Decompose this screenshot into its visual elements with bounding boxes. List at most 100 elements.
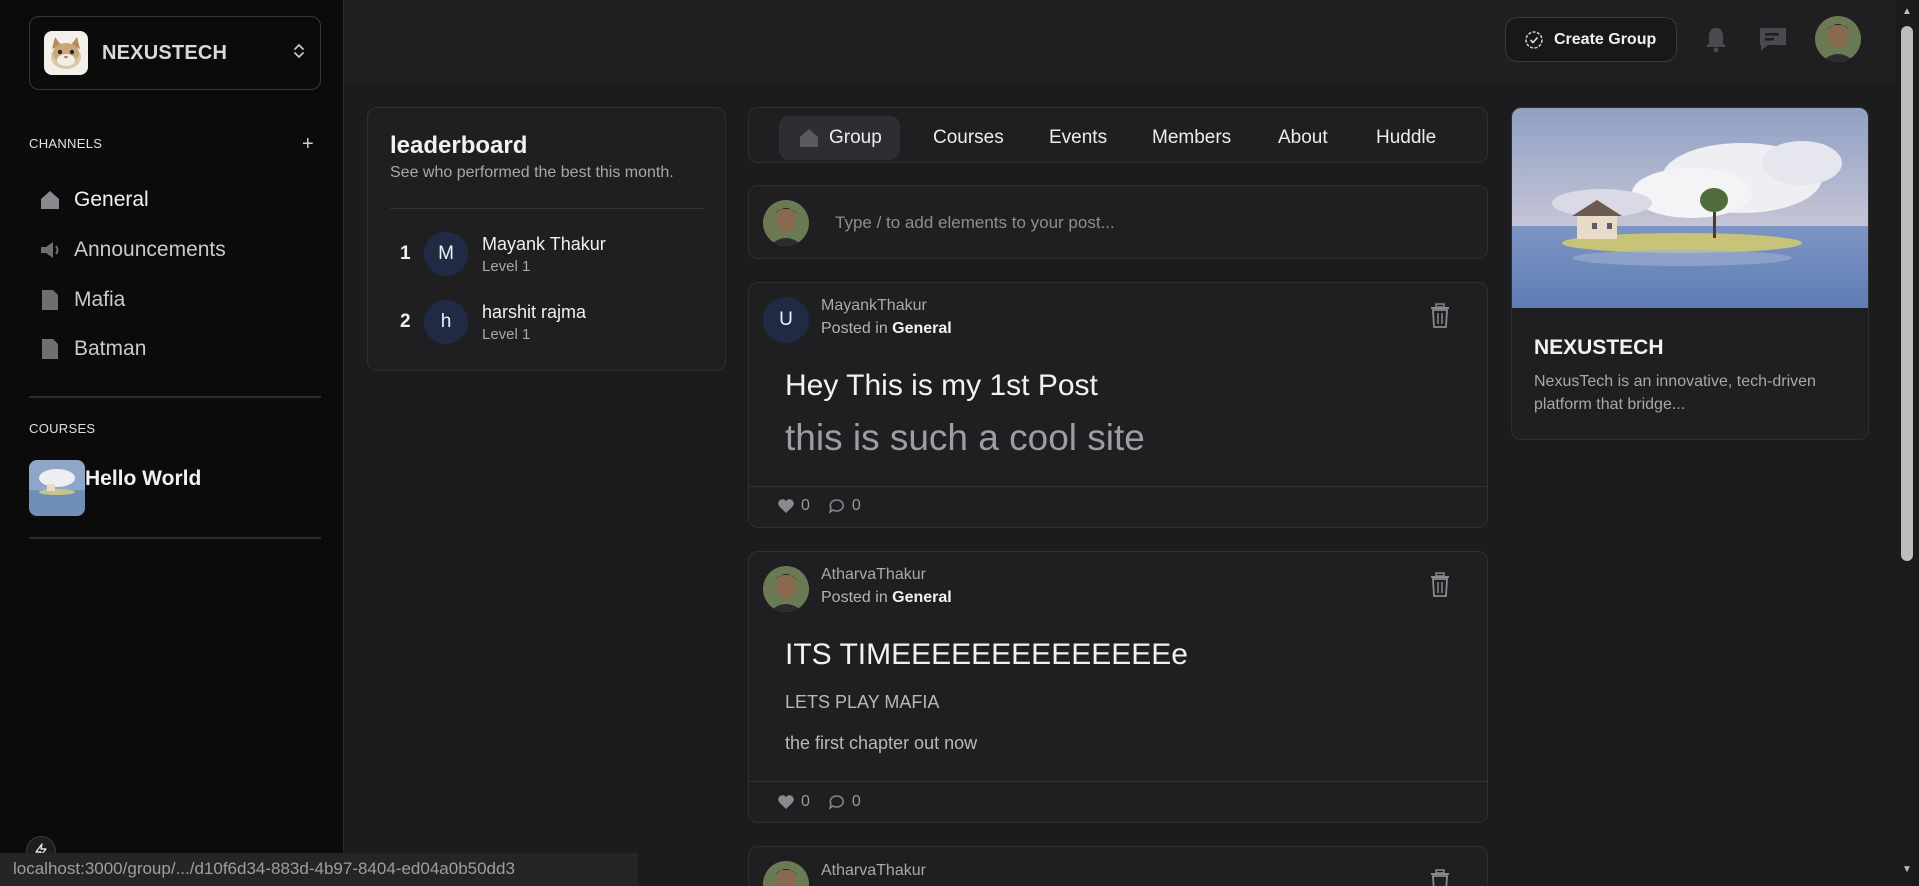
leaderboard-rank: 2 [400,311,411,332]
post-card: AtharvaThakur [748,846,1488,886]
trash-icon[interactable] [1429,869,1451,886]
tab-huddle[interactable]: Huddle [1376,116,1436,160]
comment-count: 0 [851,497,861,514]
leaderboard-rank: 1 [400,243,411,264]
like-count: 0 [801,793,810,810]
leaderboard-name: Mayank Thakur [482,233,606,254]
sidebar-divider [29,396,321,398]
course-thumbnail [29,460,85,516]
post-reactions: 0 0 [777,793,879,811]
chat-icon[interactable] [1758,24,1788,54]
posted-in-label: Posted in [821,320,893,337]
create-group-label: Create Group [1554,30,1657,48]
tab-label: Members [1152,127,1232,148]
group-info-card: NEXUSTECH NexusTech is an innovative, te… [1511,107,1869,440]
sidebar-item-batman[interactable]: Batman [37,334,146,364]
trash-icon[interactable] [1429,572,1451,603]
tab-members[interactable]: Members [1152,116,1231,160]
post-author[interactable]: AtharvaThakur [821,566,926,584]
like-count: 0 [801,497,810,514]
post-author[interactable]: AtharvaThakur [821,862,926,880]
tab-label: Group [829,127,882,148]
tab-group[interactable]: Group [779,116,900,160]
comment-icon[interactable] [828,498,846,514]
group-banner [1512,108,1868,308]
courses-heading: COURSES [29,421,96,436]
sidebar-divider [29,537,321,539]
chevron-up-down-icon [292,41,306,66]
posted-in-label: Posted in [821,589,893,606]
status-bar-url: localhost:3000/group/.../d10f6d34-883d-4… [0,853,638,886]
group-description: NexusTech is an innovative, tech-driven … [1534,373,1816,413]
post-reactions: 0 0 [777,497,879,515]
post-meta: Posted in General [821,320,952,338]
post-card: AtharvaThakur Posted in General ITS TIME… [748,551,1488,823]
sidebar-item-announcements[interactable]: Announcements [37,235,226,265]
megaphone-icon [37,237,63,263]
tab-label: About [1278,127,1328,148]
tab-about[interactable]: About [1278,116,1328,160]
post-body: LETS PLAY MAFIA [785,692,940,712]
group-name: NEXUSTECH [1534,336,1664,359]
post-divider [749,486,1487,487]
tab-label: Huddle [1376,127,1437,148]
post-composer[interactable]: Type / to add elements to your post... [748,185,1488,259]
leaderboard-level: Level 1 [482,257,531,275]
post-body: the first chapter out now [785,733,978,753]
user-avatar[interactable] [1815,16,1861,62]
avatar: M [424,232,468,276]
leaderboard-name: harshit rajma [482,301,587,322]
sidebar-item-mafia[interactable]: Mafia [37,285,125,315]
post-divider [749,781,1487,782]
leaderboard-level: Level 1 [482,325,531,343]
heart-icon[interactable] [777,794,795,810]
sidebar-item-general[interactable]: General [37,185,149,215]
page-scrollbar[interactable]: ▲ ▼ [1895,0,1919,886]
post-channel[interactable]: General [892,589,952,606]
post-author[interactable]: MayankThakur [821,297,927,315]
add-channel-icon[interactable]: + [302,134,314,154]
avatar[interactable] [763,566,809,612]
tab-label: Events [1049,127,1108,148]
leaderboard-divider [390,208,705,209]
heart-icon[interactable] [777,498,795,514]
leaderboard-title: leaderboard [390,132,528,159]
tab-label: Courses [933,127,1004,148]
workspace-logo [44,31,88,75]
composer-input[interactable]: Type / to add elements to your post... [835,213,1115,233]
file-icon [37,336,63,362]
comment-icon[interactable] [828,794,846,810]
check-circle-icon [1525,30,1543,49]
avatar [763,200,809,246]
post-title: Hey This is my 1st Post [785,369,1098,402]
avatar[interactable] [763,861,809,886]
channels-heading: CHANNELS [29,136,103,151]
leaderboard-card: leaderboard See who performed the best t… [367,107,726,371]
leaderboard-row[interactable]: 1 M Mayank Thakur Level 1 [390,232,606,276]
scroll-down-icon[interactable]: ▼ [1901,864,1913,876]
trash-icon[interactable] [1429,303,1451,334]
scroll-thumb[interactable] [1901,26,1913,561]
tab-courses[interactable]: Courses [933,116,1004,160]
sidebar-item-label: General [74,188,149,211]
home-icon [37,187,63,213]
bell-icon[interactable] [1701,24,1731,54]
group-tabs: Group Courses Events Members About Huddl… [748,107,1488,163]
avatar[interactable]: U [763,297,809,343]
avatar: h [424,300,468,344]
sidebar-item-label: Batman [74,337,147,360]
create-group-button[interactable]: Create Group [1505,17,1677,62]
post-channel[interactable]: General [892,320,952,337]
course-label: Hello World [85,467,202,490]
workspace-name: NEXUSTECH [102,41,228,64]
file-icon [37,287,63,313]
comment-count: 0 [851,793,861,810]
sidebar-course-hello-world[interactable]: Hello World [29,460,201,516]
post-meta: Posted in General [821,589,952,607]
leaderboard-row[interactable]: 2 h harshit rajma Level 1 [390,300,586,344]
tab-events[interactable]: Events [1049,116,1107,160]
scroll-up-icon[interactable]: ▲ [1901,6,1913,18]
sidebar-item-label: Announcements [74,238,226,261]
post-card: U MayankThakur Posted in General Hey Thi… [748,282,1488,528]
workspace-switcher[interactable]: NEXUSTECH [29,16,321,90]
